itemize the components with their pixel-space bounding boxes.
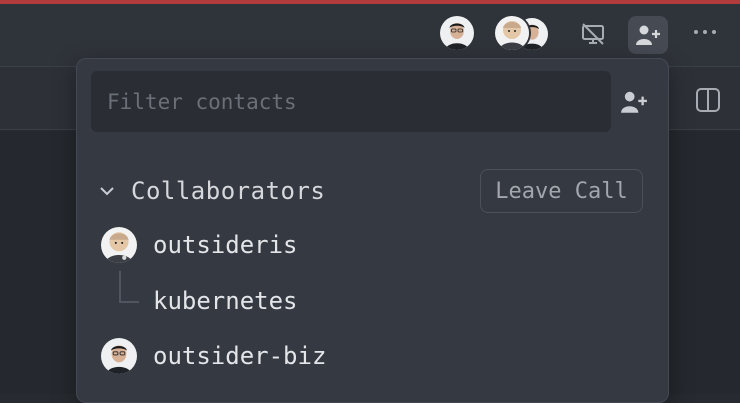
participant-row-outsideris[interactable]: outsideris xyxy=(101,222,298,268)
invite-collaborator-button[interactable] xyxy=(628,16,668,54)
filter-contacts-input[interactable] xyxy=(91,71,611,132)
contacts-popover: Collaborators Leave Call outsideris kube… xyxy=(76,58,669,403)
section-title: Collaborators xyxy=(131,177,326,205)
leave-call-button[interactable]: Leave Call xyxy=(480,169,643,213)
chevron-down-icon[interactable] xyxy=(97,181,117,201)
toggle-panel-icon[interactable] xyxy=(696,88,720,112)
participant-name: outsideris xyxy=(153,231,298,259)
avatar xyxy=(101,338,137,374)
participant-row-outsider-biz[interactable]: outsider-biz xyxy=(101,333,326,379)
person-add-icon xyxy=(636,25,660,45)
screen-share-off-icon[interactable] xyxy=(580,22,606,46)
tree-connector xyxy=(119,271,139,303)
participant-project-kubernetes[interactable]: kubernetes xyxy=(153,278,298,324)
more-options-icon[interactable] xyxy=(690,22,720,42)
participant-avatar[interactable] xyxy=(495,16,529,50)
collaborators-section-header[interactable]: Collaborators xyxy=(97,169,325,213)
project-name: kubernetes xyxy=(153,287,298,315)
current-user-avatar[interactable] xyxy=(440,16,474,50)
participant-name: outsider-biz xyxy=(153,342,327,370)
avatar xyxy=(101,227,137,263)
add-contact-icon[interactable] xyxy=(617,87,651,117)
